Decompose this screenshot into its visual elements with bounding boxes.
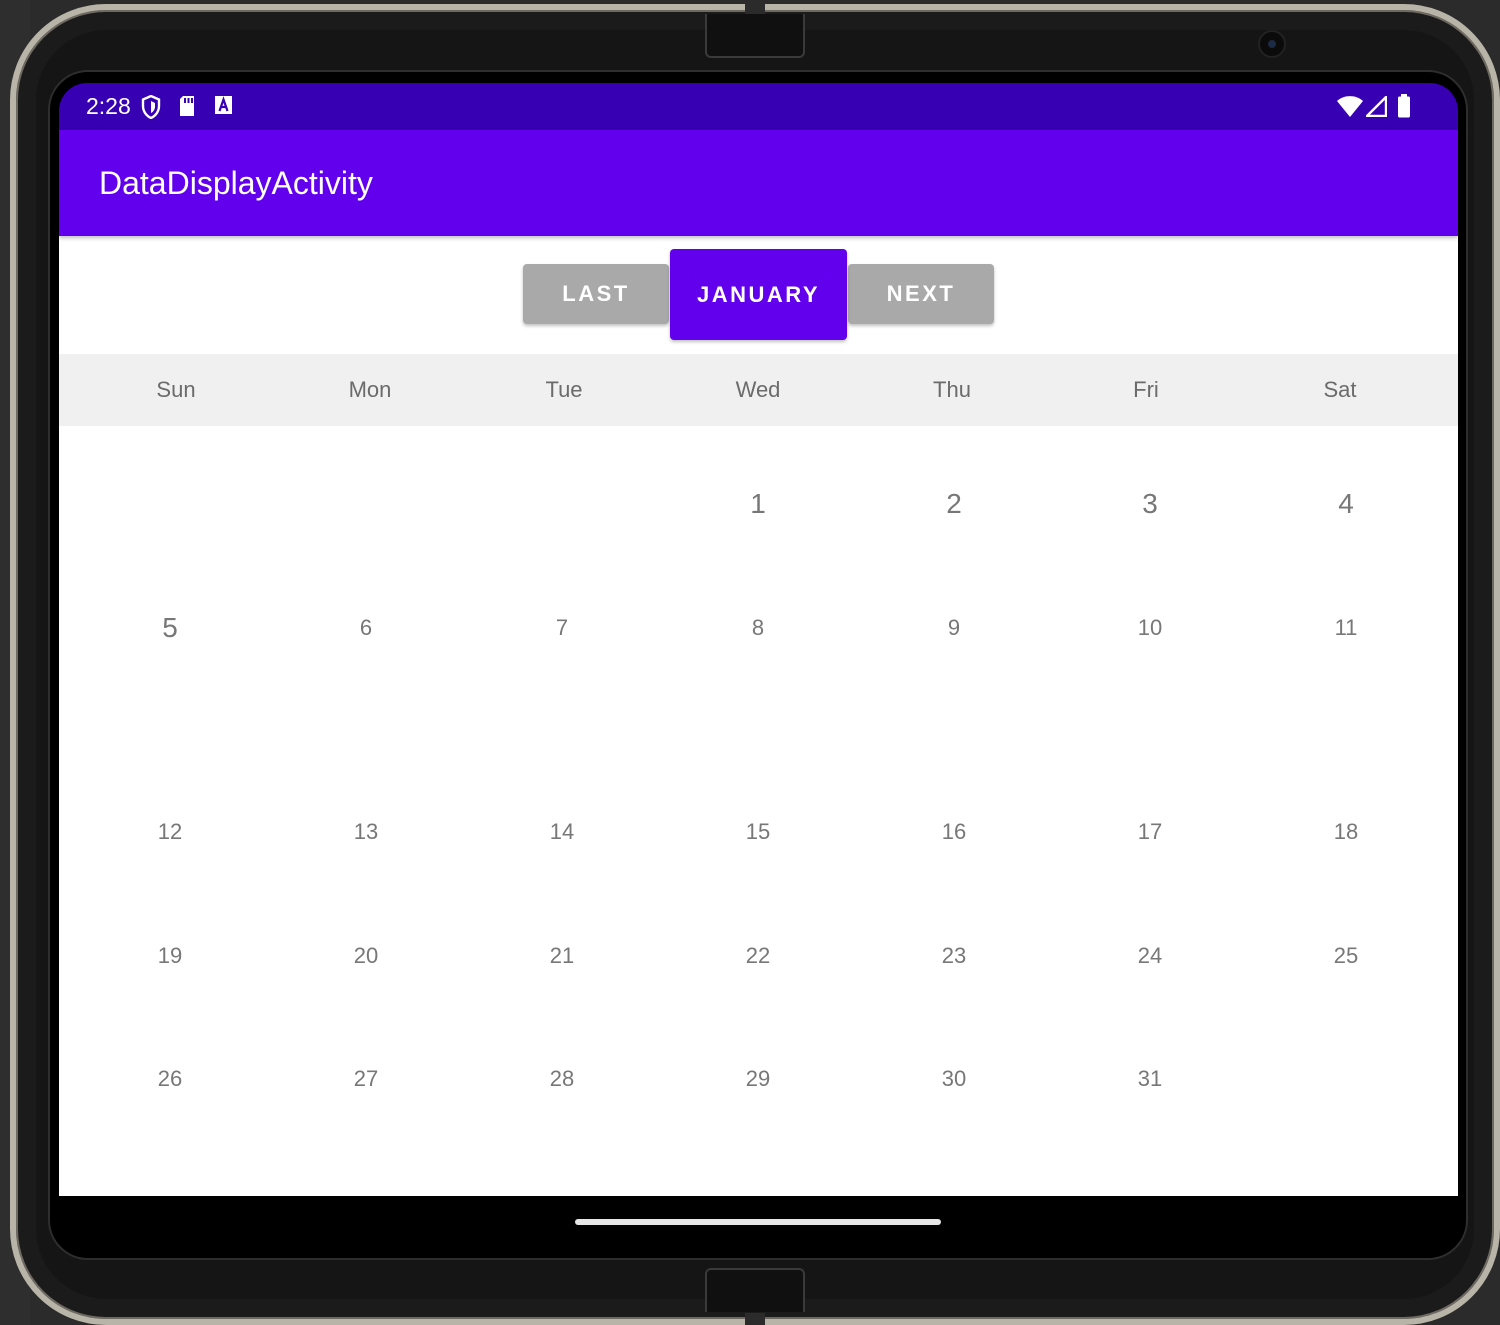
cell-signal-icon [1364, 94, 1388, 122]
day-cell[interactable]: 12 [130, 812, 210, 852]
day-cell[interactable]: 2 [914, 484, 994, 524]
navigation-bar [59, 1196, 1458, 1248]
day-cell[interactable]: 29 [718, 1059, 798, 1099]
day-cell[interactable]: 17 [1110, 812, 1190, 852]
day-cell[interactable]: 14 [522, 812, 602, 852]
front-camera-icon [1258, 30, 1286, 58]
calendar-content: LAST JANUARY NEXT Sun Mon Tue Wed Thu Fr… [59, 236, 1458, 1196]
day-cell[interactable]: 31 [1110, 1059, 1190, 1099]
battery-icon [1397, 94, 1411, 123]
app-bar: DataDisplayActivity [59, 130, 1458, 236]
day-cell[interactable]: 30 [914, 1059, 994, 1099]
app-title: DataDisplayActivity [99, 165, 373, 201]
weekday-tue: Tue [545, 377, 583, 402]
day-cell[interactable]: 11 [1306, 608, 1386, 648]
day-cell[interactable]: 24 [1110, 936, 1190, 976]
frame-bottom-notch [745, 1313, 765, 1325]
gesture-nav-handle[interactable] [575, 1219, 941, 1225]
day-cell[interactable]: 23 [914, 936, 994, 976]
day-cell[interactable]: 1 [718, 484, 798, 524]
day-cell[interactable]: 20 [326, 936, 406, 976]
shield-icon [141, 94, 161, 124]
weekday-sun: Sun [156, 377, 196, 402]
day-cell[interactable]: 28 [522, 1059, 602, 1099]
last-month-button[interactable]: LAST [523, 264, 669, 324]
status-bar: 2:28 [59, 83, 1458, 130]
weekday-fri: Fri [1133, 377, 1159, 402]
day-cell[interactable]: 5 [130, 608, 210, 648]
day-cell[interactable]: 21 [522, 936, 602, 976]
day-cell[interactable]: 26 [130, 1059, 210, 1099]
current-month-button[interactable]: JANUARY [670, 249, 847, 340]
hinge-top [705, 14, 805, 58]
day-cell[interactable]: 27 [326, 1059, 406, 1099]
device-screen: 2:28 DataDisplayActivity LAST JANUARY NE… [59, 83, 1458, 1248]
day-cell[interactable]: 25 [1306, 936, 1386, 976]
day-cell[interactable]: 9 [914, 608, 994, 648]
day-cell[interactable]: 7 [522, 608, 602, 648]
wifi-icon [1337, 96, 1363, 122]
day-cell[interactable]: 10 [1110, 608, 1190, 648]
day-cell[interactable]: 6 [326, 608, 406, 648]
sd-card-icon [178, 95, 196, 122]
day-cell[interactable]: 19 [130, 936, 210, 976]
hinge-bottom [705, 1268, 805, 1312]
day-cell[interactable]: 4 [1306, 484, 1386, 524]
day-cell[interactable]: 22 [718, 936, 798, 976]
a-box-icon [214, 95, 233, 120]
next-month-button[interactable]: NEXT [848, 264, 994, 324]
day-cell[interactable]: 3 [1110, 484, 1190, 524]
day-cell[interactable]: 15 [718, 812, 798, 852]
weekday-thu: Thu [933, 377, 971, 402]
weekday-mon: Mon [348, 377, 392, 402]
day-cell[interactable]: 16 [914, 812, 994, 852]
weekday-wed: Wed [735, 377, 781, 402]
status-time: 2:28 [86, 93, 131, 119]
weekday-header: Sun Mon Tue Wed Thu Fri Sat [59, 354, 1458, 426]
weekday-sat: Sat [1323, 377, 1357, 402]
day-cell[interactable]: 8 [718, 608, 798, 648]
day-cell[interactable]: 13 [326, 812, 406, 852]
day-cell[interactable]: 18 [1306, 812, 1386, 852]
